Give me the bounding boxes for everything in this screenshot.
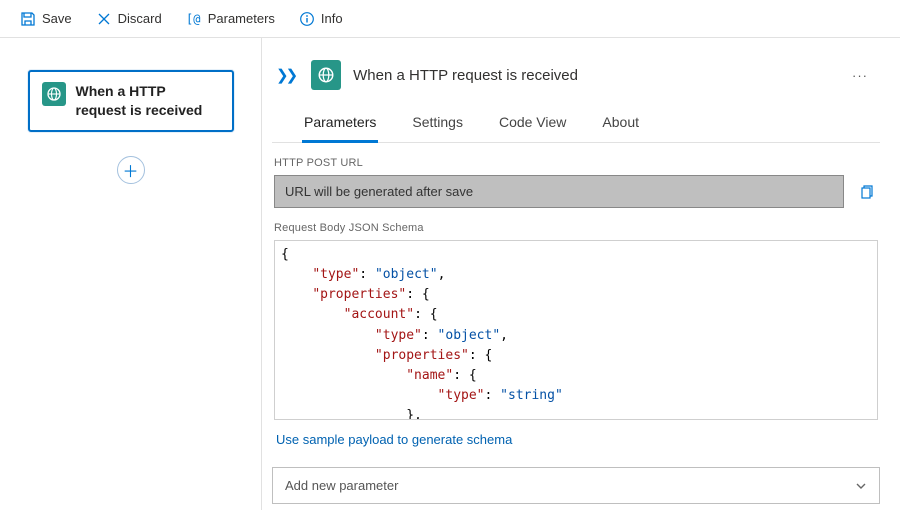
top-toolbar: Save Discard [@] Parameters Info (0, 0, 900, 38)
http-post-url-label: HTTP POST URL (274, 157, 878, 169)
schema-label: Request Body JSON Schema (274, 222, 878, 234)
plus-icon: ＋ (122, 158, 138, 182)
parameters-button[interactable]: [@] Parameters (176, 5, 285, 33)
discard-icon (96, 11, 112, 27)
schema-editor[interactable]: { "type": "object", "properties": { "acc… (274, 240, 878, 420)
info-button[interactable]: Info (289, 5, 353, 33)
panel-more-menu[interactable]: ··· (846, 68, 874, 83)
add-new-parameter-label: Add new parameter (285, 478, 398, 493)
parameters-icon: [@] (186, 11, 202, 27)
chevron-down-icon (855, 480, 867, 492)
trigger-node-title: When a HTTP request is received (76, 82, 220, 120)
discard-label: Discard (118, 11, 162, 26)
panel-tabs: Parameters Settings Code View About (272, 100, 880, 143)
collapse-panel-button[interactable]: ❯❯ (272, 64, 299, 86)
info-icon (299, 11, 315, 27)
save-label: Save (42, 11, 72, 26)
add-step-button[interactable]: ＋ (117, 156, 145, 184)
tab-parameters[interactable]: Parameters (302, 108, 378, 143)
copy-icon (858, 184, 874, 200)
save-icon (20, 11, 36, 27)
main-area: When a HTTP request is received ＋ ❯❯ Whe… (0, 38, 900, 510)
designer-canvas: When a HTTP request is received ＋ (0, 38, 262, 510)
tab-code-view[interactable]: Code View (497, 108, 568, 143)
tab-settings[interactable]: Settings (410, 108, 465, 143)
parameters-label: Parameters (208, 11, 275, 26)
use-sample-payload-link[interactable]: Use sample payload to generate schema (274, 420, 878, 447)
copy-url-button[interactable] (854, 180, 878, 204)
details-panel: ❯❯ When a HTTP request is received ··· P… (262, 38, 900, 510)
panel-header: ❯❯ When a HTTP request is received ··· (272, 38, 880, 100)
tab-about[interactable]: About (600, 108, 641, 143)
http-request-icon (42, 82, 66, 106)
add-new-parameter-dropdown[interactable]: Add new parameter (272, 467, 880, 504)
svg-text:[@]: [@] (186, 12, 202, 26)
info-label: Info (321, 11, 343, 26)
http-post-url-field: URL will be generated after save (274, 175, 844, 208)
http-post-url-section: HTTP POST URL URL will be generated afte… (272, 143, 880, 208)
panel-title: When a HTTP request is received (353, 67, 834, 84)
discard-button[interactable]: Discard (86, 5, 172, 33)
http-request-icon (311, 60, 341, 90)
save-button[interactable]: Save (10, 5, 82, 33)
trigger-node[interactable]: When a HTTP request is received (28, 70, 234, 132)
schema-section: Request Body JSON Schema { "type": "obje… (272, 208, 880, 447)
